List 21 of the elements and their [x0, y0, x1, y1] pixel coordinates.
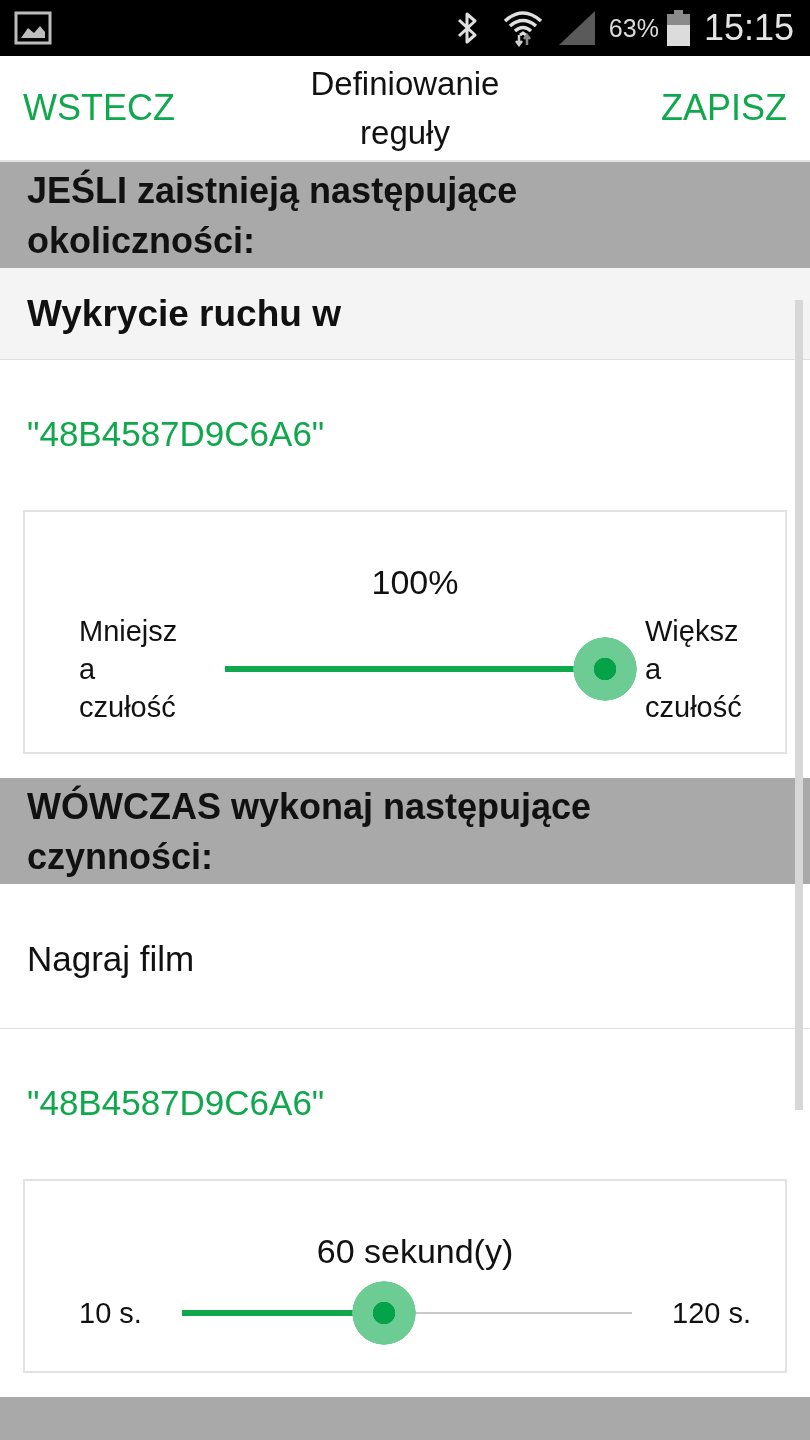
wifi-icon	[502, 9, 543, 47]
slider-min-label: Mniejsz a czułość	[79, 614, 179, 725]
clock-time: 15:15	[703, 7, 794, 49]
slider-min-label: 10 s.	[79, 1296, 142, 1331]
device-link[interactable]: "48B4587D9C6A6"	[27, 1083, 325, 1122]
save-button[interactable]: ZAPISZ	[660, 87, 787, 129]
battery-percent: 63%	[608, 13, 659, 43]
section-header: JEŚLI zaistnieją następujące okoliczności:	[0, 162, 810, 268]
slider-value: 100%	[371, 562, 459, 603]
signal-icon	[558, 11, 595, 45]
action-label: Nagraj film	[27, 939, 195, 978]
slider-value: 60 sekund(y)	[316, 1231, 514, 1272]
slider-max-label: Większ a czułość	[645, 614, 743, 725]
trigger-heading: Wykrycie ruchu w	[0, 268, 810, 360]
picture-icon	[14, 11, 52, 45]
page-title: Definiowanie reguły	[310, 64, 500, 153]
slider-max-label: 120 s.	[672, 1296, 751, 1331]
section-header: WÓWCZAS wykonaj następujące czynności:	[0, 778, 810, 884]
back-button[interactable]: WSTECZ	[23, 87, 175, 129]
device-link[interactable]: "48B4587D9C6A6"	[27, 414, 325, 453]
battery-icon	[666, 10, 690, 46]
